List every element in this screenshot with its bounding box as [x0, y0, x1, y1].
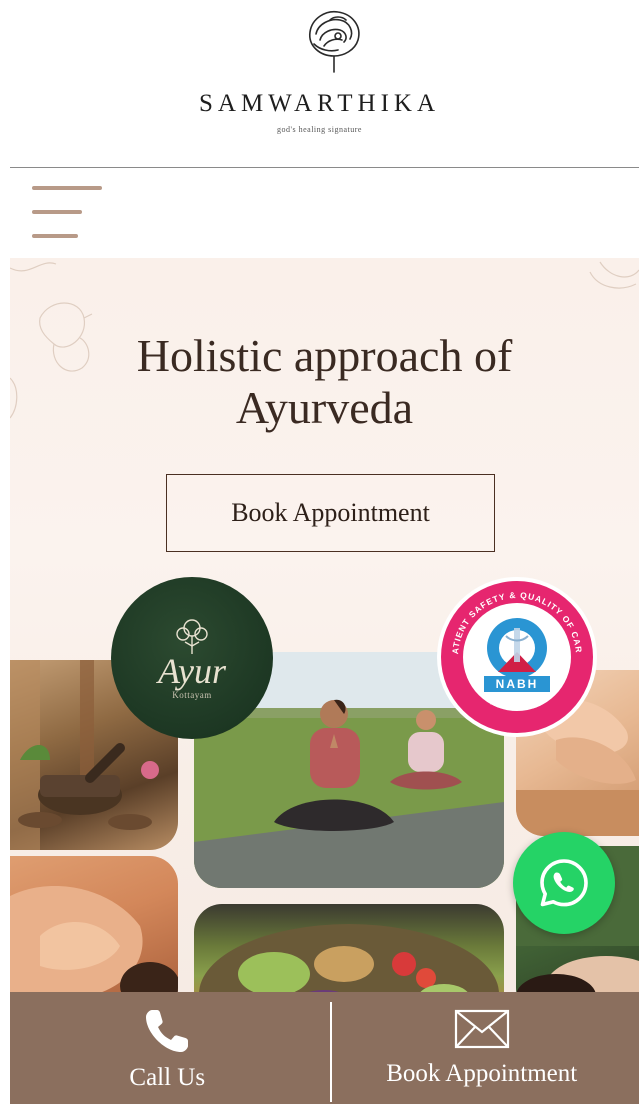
salad-bowl-photo	[194, 904, 504, 994]
bottom-action-bar: Call Us Book Appointment	[10, 992, 639, 1104]
nabh-badge-name: NABH	[496, 677, 539, 691]
book-appointment-bar-button[interactable]: Book Appointment	[325, 992, 639, 1104]
call-us-button[interactable]: Call Us	[10, 992, 325, 1104]
spiral-tree-logo-icon[interactable]	[300, 6, 368, 78]
nabh-accreditation-badge: PATIENT SAFETY & QUALITY OF CARE ACCREDI…	[436, 576, 597, 737]
ayur-badge-name: Ayur	[158, 651, 226, 691]
brand-name: SAMWARTHIKA	[199, 90, 440, 117]
ayur-tree-icon	[176, 619, 208, 654]
hero-book-appointment-button[interactable]: Book Appointment	[166, 474, 495, 552]
back-massage-photo	[10, 856, 178, 994]
ayur-kottayam-badge: Ayur Kottayam	[111, 577, 273, 739]
site-header: SAMWARTHIKA god's healing signature	[0, 0, 639, 168]
whatsapp-button[interactable]	[513, 832, 615, 934]
hero-title-line-1: Holistic approach of	[136, 330, 513, 381]
menu-line	[32, 186, 102, 190]
back-massage-illustration	[10, 886, 178, 994]
book-appointment-label: Book Appointment	[386, 1060, 578, 1087]
hamburger-menu-icon[interactable]	[30, 180, 104, 244]
hero-title-line-2: Ayurveda	[235, 382, 414, 433]
brand-tagline: god's healing signature	[277, 125, 362, 134]
menu-line	[32, 210, 82, 214]
ayur-badge-subtitle: Kottayam	[172, 690, 212, 700]
whatsapp-icon	[540, 859, 588, 907]
hero-title: Holistic approach of Ayurveda	[10, 330, 639, 434]
header-divider	[10, 167, 639, 168]
menu-line	[32, 234, 78, 238]
phone-icon	[146, 1010, 189, 1052]
envelope-icon	[454, 1009, 509, 1049]
call-us-label: Call Us	[129, 1064, 206, 1091]
salad-bowl-illustration	[199, 924, 499, 994]
